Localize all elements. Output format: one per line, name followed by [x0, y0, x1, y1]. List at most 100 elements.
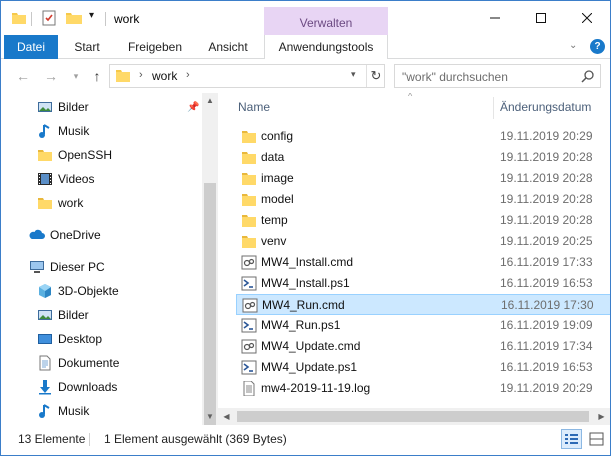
pictures-icon — [38, 310, 52, 320]
file-row[interactable]: MW4_Update.ps1 16.11.2019 16:53 — [236, 357, 610, 378]
nav-item-label: Bilder — [58, 100, 89, 114]
file-date: 16.11.2019 17:33 — [500, 255, 593, 269]
onedrive-cloud-icon — [29, 229, 45, 239]
nav-item-onedrive[interactable]: OneDrive — [1, 223, 201, 247]
file-name: mw4-2019-11-19.log — [261, 381, 371, 395]
file-date: 19.11.2019 20:25 — [500, 234, 593, 248]
folder-icon — [38, 198, 52, 209]
up-arrow-icon[interactable]: ↑ — [89, 68, 105, 84]
folder-row[interactable]: data 19.11.2019 20:28 — [236, 147, 610, 168]
file-row[interactable]: MW4_Install.ps1 16.11.2019 16:53 — [236, 273, 610, 294]
address-bar[interactable]: › work › ▾ ↻ — [109, 64, 385, 88]
tab-freigeben[interactable]: Freigeben — [119, 35, 191, 59]
nav-item-dieser-pc[interactable]: Dieser PC — [1, 255, 201, 279]
breadcrumb-chevron-icon[interactable]: › — [186, 69, 190, 81]
cmd-script-icon — [242, 298, 258, 313]
close-icon — [582, 13, 592, 23]
file-row[interactable]: MW4_Run.cmd 16.11.2019 17:30 — [236, 294, 610, 315]
maximize-icon — [536, 13, 546, 23]
file-row[interactable]: MW4_Update.cmd 16.11.2019 17:34 — [236, 336, 610, 357]
nav-item-desktop[interactable]: Desktop — [1, 327, 201, 351]
scroll-up-icon[interactable]: ▲ — [202, 93, 218, 109]
nav-item-openssh[interactable]: OpenSSH — [1, 143, 201, 167]
status-bar: 13 Elemente 1 Element ausgewählt (369 By… — [1, 425, 610, 455]
file-name: MW4_Install.cmd — [261, 255, 354, 269]
file-date: 19.11.2019 20:29 — [500, 129, 593, 143]
refresh-icon[interactable]: ↻ — [366, 65, 385, 87]
nav-item-videos[interactable]: Videos — [1, 167, 201, 191]
nav-item-work[interactable]: work — [1, 191, 201, 215]
nav-item-bilder-pc[interactable]: Bilder — [1, 303, 201, 327]
nav-item-label: Musik — [58, 404, 90, 418]
minimize-button[interactable] — [472, 1, 518, 35]
scrollbar-thumb[interactable] — [237, 411, 589, 422]
folder-row[interactable]: model 19.11.2019 20:28 — [236, 189, 610, 210]
title-separator — [105, 12, 106, 26]
scroll-left-icon[interactable]: ◀ — [218, 408, 235, 425]
ribbon-tabs: Datei Start Freigeben Ansicht Anwendungs… — [1, 35, 610, 60]
file-list-horizontal-scrollbar[interactable]: ◀ ▶ — [218, 408, 610, 425]
large-icons-view-button[interactable] — [586, 429, 607, 449]
forward-arrow-icon[interactable]: → — [43, 68, 59, 84]
window-title: work — [114, 12, 140, 26]
file-row[interactable]: MW4_Run.ps1 16.11.2019 19:09 — [236, 315, 610, 336]
tab-anwendungstools[interactable]: Anwendungstools — [264, 35, 388, 60]
column-header-date[interactable]: Änderungsdatum — [500, 93, 591, 121]
nav-item-downloads[interactable]: Downloads — [1, 375, 201, 399]
powershell-script-icon — [241, 276, 257, 291]
file-date: 19.11.2019 20:28 — [500, 150, 593, 164]
log-file-icon — [243, 381, 255, 396]
file-row[interactable]: MW4_Install.cmd 16.11.2019 17:33 — [236, 252, 610, 273]
nav-item-dokumente[interactable]: Dokumente — [1, 351, 201, 375]
nav-item-bilder[interactable]: Bilder 📌 — [1, 95, 201, 119]
pin-icon[interactable]: 📌 — [187, 102, 199, 114]
expand-ribbon-icon[interactable]: ⌄ — [569, 40, 583, 54]
folder-row[interactable]: config 19.11.2019 20:29 — [236, 126, 610, 147]
help-icon[interactable]: ? — [590, 39, 605, 54]
folder-row[interactable]: venv 19.11.2019 20:25 — [236, 231, 610, 252]
search-box[interactable]: "work" durchsuchen — [394, 64, 601, 88]
search-icon — [581, 70, 594, 83]
cmd-script-icon — [241, 255, 257, 270]
folder-icon[interactable] — [11, 10, 27, 26]
nav-item-label: Dieser PC — [50, 260, 105, 274]
scroll-right-icon[interactable]: ▶ — [593, 408, 610, 425]
details-view-button[interactable] — [561, 429, 582, 449]
file-name: data — [261, 150, 285, 164]
folder-row[interactable]: temp 19.11.2019 20:28 — [236, 210, 610, 231]
navigation-pane: Bilder 📌 Musik OpenSSH Videos work OneDr… — [1, 93, 218, 425]
breadcrumb-chevron-icon[interactable]: › — [139, 69, 143, 81]
file-name: image — [261, 171, 294, 185]
column-divider[interactable] — [493, 97, 494, 119]
new-folder-icon[interactable] — [65, 10, 83, 26]
sort-indicator-icon: ^ — [408, 93, 413, 101]
nav-pane-scrollbar[interactable]: ▲ ▼ — [202, 93, 218, 451]
nav-item-musik[interactable]: Musik — [1, 119, 201, 143]
close-button[interactable] — [564, 1, 610, 35]
tab-start[interactable]: Start — [63, 35, 111, 59]
breadcrumb-work[interactable]: work — [152, 69, 177, 83]
file-row[interactable]: mw4-2019-11-19.log 19.11.2019 20:29 — [236, 378, 610, 399]
file-date: 16.11.2019 19:09 — [500, 318, 593, 332]
column-header-name[interactable]: Name — [238, 93, 270, 121]
folder-row[interactable]: image 19.11.2019 20:28 — [236, 168, 610, 189]
recent-locations-icon[interactable]: ▾ — [68, 68, 84, 84]
videos-icon — [38, 173, 52, 185]
properties-icon[interactable] — [41, 10, 57, 26]
tab-ansicht[interactable]: Ansicht — [199, 35, 257, 59]
tab-datei[interactable]: Datei — [4, 35, 58, 59]
file-date: 19.11.2019 20:28 — [500, 213, 593, 227]
address-history-dropdown-icon[interactable]: ▾ — [351, 69, 365, 80]
back-arrow-icon[interactable]: ← — [15, 68, 31, 84]
powershell-script-icon — [241, 360, 257, 375]
nav-item-musik-pc[interactable]: Musik — [1, 399, 201, 423]
documents-icon — [39, 355, 51, 371]
file-name: config — [261, 129, 294, 143]
item-count: 13 Elemente — [18, 432, 86, 446]
nav-item-3d-objekte[interactable]: 3D-Objekte — [1, 279, 201, 303]
navigation-bar: ← → ▾ ↑ › work › ▾ ↻ "work" durchsuchen — [1, 59, 610, 93]
maximize-button[interactable] — [518, 1, 564, 35]
file-date: 16.11.2019 16:53 — [500, 360, 593, 374]
customize-quick-access-icon[interactable]: ▾ — [89, 10, 99, 26]
scroll-down-icon[interactable]: ▼ — [202, 409, 218, 425]
